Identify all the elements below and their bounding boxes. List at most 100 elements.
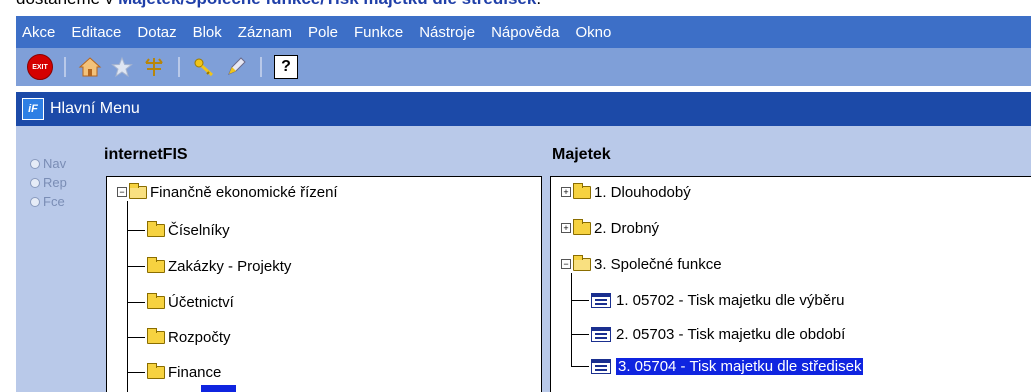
- folder-icon: [573, 182, 591, 199]
- navigator-button[interactable]: [140, 53, 168, 81]
- tree-node-label: 1. Dlouhodobý: [594, 183, 691, 201]
- menu-napoveda[interactable]: Nápověda: [483, 24, 567, 41]
- radio-circle-icon: [30, 177, 40, 188]
- tree-node-ucetnictvi[interactable]: Účetnictví: [147, 291, 234, 313]
- left-tree[interactable]: − Finančně ekonomické řízení Číselníky Z…: [106, 176, 542, 392]
- folder-icon: [147, 220, 165, 237]
- menu-funkce[interactable]: Funkce: [346, 24, 411, 41]
- mode-radio-group: Nav Rep Fce: [30, 154, 67, 211]
- folder-icon: [573, 218, 591, 235]
- menu-akce[interactable]: Akce: [16, 24, 63, 41]
- expand-icon: +: [561, 223, 571, 233]
- tree-node-label: Zakázky - Projekty: [168, 257, 292, 275]
- expand-icon: +: [561, 187, 571, 197]
- toolbar-separator: [260, 57, 262, 77]
- toolbar-separator: [178, 57, 180, 77]
- tree-node-label: Číselníky: [168, 221, 230, 239]
- toolbar-separator: [64, 57, 66, 77]
- menu-okno[interactable]: Okno: [567, 24, 619, 41]
- tree-node-label: 2. 05703 - Tisk majetku dle období: [616, 325, 846, 343]
- pencil-icon: [228, 57, 246, 75]
- tree-node-label: Finance: [168, 363, 222, 381]
- radio-rep-label: Rep: [43, 175, 67, 190]
- tree-node-drobny[interactable]: + 2. Drobný: [561, 217, 659, 239]
- right-panel-title: Majetek: [552, 146, 611, 163]
- tree-node-zakazky[interactable]: Zakázky - Projekty: [147, 255, 291, 277]
- tree-node-dlouhodoby[interactable]: + 1. Dlouhodobý: [561, 181, 691, 203]
- tree-connector: [571, 366, 589, 367]
- tree-connector: [571, 300, 589, 301]
- tree-node-finance[interactable]: Finance: [147, 361, 221, 383]
- tree-node-spolecne-funkce[interactable]: − 3. Společné funkce: [561, 253, 722, 275]
- tree-icon: [145, 58, 163, 76]
- help-icon: ?: [274, 55, 298, 79]
- tree-connector: [571, 334, 589, 335]
- folder-icon: [147, 362, 165, 379]
- radio-nav[interactable]: Nav: [30, 154, 67, 173]
- left-panel-title: internetFIS: [104, 146, 188, 163]
- tree-node-label: 3. Společné funkce: [594, 255, 722, 273]
- document-caption: dostaneme v Majetek/Společné funkce/Tisk…: [16, 0, 541, 7]
- tree-connector: [127, 302, 145, 303]
- home-button[interactable]: [76, 53, 104, 81]
- menu-zaznam[interactable]: Záznam: [230, 24, 300, 41]
- folder-icon: [147, 256, 165, 273]
- tree-node-label: 2. Drobný: [594, 219, 660, 237]
- menu-nastroje[interactable]: Nástroje: [411, 24, 483, 41]
- tree-node-label: 1. 05702 - Tisk majetku dle výběru: [616, 291, 845, 309]
- star-icon: [111, 56, 133, 78]
- caption-path: Majetek/Společné funkce/Tisk majetku dle…: [118, 0, 536, 8]
- tree-node-label: Rozpočty: [168, 328, 231, 346]
- window-titlebar: iF Hlavní Menu: [16, 92, 1031, 126]
- collapse-icon: −: [117, 187, 127, 197]
- tree-connector: [127, 372, 145, 373]
- app-logo-icon: iF: [22, 98, 44, 120]
- collapse-icon: −: [561, 259, 571, 269]
- exit-button[interactable]: EXIT: [26, 53, 54, 81]
- radio-rep[interactable]: Rep: [30, 173, 67, 192]
- radio-fce[interactable]: Fce: [30, 192, 67, 211]
- tree-node-rozpocty[interactable]: Rozpočty: [147, 326, 231, 348]
- folder-open-icon: [573, 254, 591, 271]
- tree-connector: [571, 273, 572, 366]
- menu-dotaz[interactable]: Dotaz: [129, 24, 184, 41]
- tree-node-root[interactable]: − Finančně ekonomické řízení: [117, 181, 338, 203]
- form-icon: [591, 292, 611, 308]
- help-button[interactable]: ?: [272, 53, 300, 81]
- menu-pole[interactable]: Pole: [300, 24, 346, 41]
- folder-icon: [147, 292, 165, 309]
- caption-prefix: dostaneme v: [16, 0, 118, 8]
- tree-form-05704[interactable]: 3. 05704 - Tisk majetku dle středisek: [591, 355, 865, 377]
- toolbar: EXIT ?: [16, 48, 1031, 86]
- folder-icon: [147, 327, 165, 344]
- right-tree[interactable]: + 1. Dlouhodobý + 2. Drobný − 3. Společn…: [550, 176, 1031, 392]
- tree-node-label: Finančně ekonomické řízení: [150, 183, 338, 201]
- main-menu-client-area: Nav Rep Fce internetFIS − Finančně ekono…: [16, 126, 1031, 392]
- window-title: Hlavní Menu: [50, 100, 140, 117]
- tree-connector: [127, 230, 145, 231]
- caption-suffix: .: [536, 0, 541, 8]
- edit-button[interactable]: [222, 53, 250, 81]
- selected-node-highlight[interactable]: [201, 385, 236, 392]
- tree-form-05702[interactable]: 1. 05702 - Tisk majetku dle výběru: [591, 289, 844, 311]
- form-icon: [591, 358, 611, 374]
- exit-icon: EXIT: [27, 54, 53, 80]
- tree-node-label: Účetnictví: [168, 293, 234, 311]
- tree-connector: [127, 266, 145, 267]
- folder-open-icon: [129, 182, 147, 199]
- tree-node-label-selected: 3. 05704 - Tisk majetku dle středisek: [614, 356, 865, 376]
- menu-editace[interactable]: Editace: [63, 24, 129, 41]
- radio-circle-icon: [30, 196, 40, 207]
- menu-bar: Akce Editace Dotaz Blok Záznam Pole Funk…: [16, 16, 1031, 48]
- tree-node-ciselniky[interactable]: Číselníky: [147, 219, 230, 241]
- radio-fce-label: Fce: [43, 194, 65, 209]
- radio-nav-label: Nav: [43, 156, 67, 171]
- form-icon: [591, 326, 611, 342]
- home-icon: [78, 57, 102, 77]
- key-icon: [194, 58, 214, 77]
- favorite-button[interactable]: [108, 53, 136, 81]
- key-button[interactable]: [190, 53, 218, 81]
- radio-circle-icon: [30, 158, 40, 169]
- menu-blok[interactable]: Blok: [185, 24, 230, 41]
- tree-form-05703[interactable]: 2. 05703 - Tisk majetku dle období: [591, 323, 845, 345]
